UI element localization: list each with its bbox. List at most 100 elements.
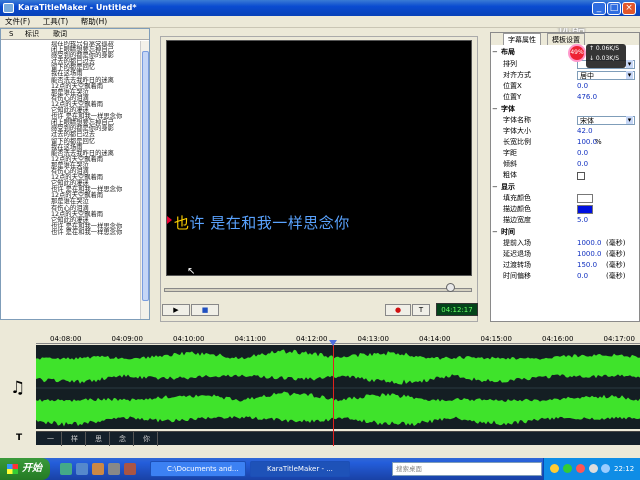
exit-late-value[interactable]: 1000.0 xyxy=(577,249,602,260)
list-header: S 标识 歌词 xyxy=(1,29,149,40)
timeline-tick-label: 04:12:00 xyxy=(296,335,327,343)
prop-row-pos-x: 位置X 0.0 xyxy=(491,81,639,92)
mouse-cursor-icon: ↖ xyxy=(187,266,195,277)
text-button[interactable]: T xyxy=(412,304,430,316)
network-speed-badge: 49% xyxy=(568,44,586,62)
music-note-icon: ♫ xyxy=(10,378,25,398)
char-cell[interactable]: 一 xyxy=(40,432,62,446)
section-font[interactable]: − 字体 xyxy=(491,104,639,115)
timeline-tick-label: 04:14:00 xyxy=(419,335,450,343)
spacing-value[interactable]: 0.0 xyxy=(577,148,588,159)
minimize-button[interactable]: _ xyxy=(592,2,606,15)
text-track-icon: T xyxy=(16,433,22,443)
menu-file[interactable]: 文件(F) xyxy=(0,16,35,28)
collapse-icon[interactable]: − xyxy=(492,104,498,115)
fill-color-swatch[interactable] xyxy=(577,194,593,203)
desktop-search-input[interactable]: 搜索桌面 xyxy=(392,462,542,476)
pos-x-value[interactable]: 0.0 xyxy=(577,81,588,92)
quicklaunch-icon[interactable] xyxy=(124,463,136,475)
col-status[interactable]: S xyxy=(9,29,13,40)
align-dropdown[interactable]: 居中 xyxy=(577,71,635,80)
tray-icon[interactable] xyxy=(550,464,559,473)
bold-checkbox[interactable] xyxy=(577,172,585,180)
char-cell[interactable]: 思 xyxy=(88,432,110,446)
prop-label: 过渡转场 xyxy=(503,260,531,271)
timeline-tick-label: 04:11:00 xyxy=(235,335,266,343)
task-karatitlemaker[interactable]: KaraTitleMaker - ... xyxy=(250,461,350,477)
timeline-scrollbar[interactable] xyxy=(36,446,640,454)
menu-tools[interactable]: 工具(T) xyxy=(38,16,73,28)
char-cell[interactable]: 念 xyxy=(112,432,134,446)
tilt-value[interactable]: 0.0 xyxy=(577,159,588,170)
timeline-tick-label: 04:13:00 xyxy=(358,335,389,343)
stop-button[interactable]: ■ xyxy=(191,304,219,316)
char-cell[interactable]: 你 xyxy=(136,432,158,446)
stroke-width-value[interactable]: 5.0 xyxy=(577,215,588,226)
close-button[interactable]: × xyxy=(622,2,636,15)
upload-speed: ↑ 0.06K/S xyxy=(589,44,626,54)
maximize-button[interactable]: □ xyxy=(607,2,621,15)
prop-row-enter-early: 提前入场 1000.0 (毫秒) xyxy=(491,238,639,249)
record-button[interactable]: ● xyxy=(385,304,411,316)
menu-bar: 文件(F) 工具(T) 帮助(H) xyxy=(0,16,640,28)
enter-early-value[interactable]: 1000.0 xyxy=(577,238,602,249)
quicklaunch-icon[interactable] xyxy=(108,463,120,475)
prop-row-stroke-width: 描边宽度 5.0 xyxy=(491,215,639,226)
collapse-icon[interactable]: − xyxy=(492,227,498,238)
prop-row-exit-late: 延迟退场 1000.0 (毫秒) xyxy=(491,249,639,260)
col-mark[interactable]: 标识 xyxy=(25,29,39,40)
lyric-highlighted: 也 xyxy=(174,214,190,232)
font-name-dropdown[interactable]: 宋体 xyxy=(577,116,635,125)
char-cell[interactable]: 样 xyxy=(64,432,86,446)
audio-waveform[interactable] xyxy=(36,345,640,429)
transition-value[interactable]: 150.0 xyxy=(577,260,597,271)
list-scroll-thumb[interactable] xyxy=(142,51,149,301)
playhead[interactable] xyxy=(333,340,334,447)
section-title: 时间 xyxy=(501,227,515,238)
col-lyrics[interactable]: 歌词 xyxy=(53,29,67,40)
section-time[interactable]: − 时间 xyxy=(491,227,639,238)
properties-panel: 字幕属性 模板设置 −布局排列对齐方式居中位置X0.0位置Y476.0−字体字体… xyxy=(490,32,640,322)
offset-value[interactable]: 0.0 xyxy=(577,271,588,282)
prop-row-tilt: 倾斜 0.0 xyxy=(491,159,639,170)
play-button[interactable]: ▶ xyxy=(162,304,190,316)
pos-y-value[interactable]: 476.0 xyxy=(577,92,597,103)
playhead-handle[interactable] xyxy=(329,340,337,346)
prop-unit: (毫秒) xyxy=(606,238,625,249)
tray-icon[interactable] xyxy=(563,464,572,473)
prop-label: 字体名称 xyxy=(503,115,531,126)
tab-subtitle-props[interactable]: 字幕属性 xyxy=(503,33,541,45)
menu-help[interactable]: 帮助(H) xyxy=(76,16,113,28)
tab-template[interactable]: 模板设置 xyxy=(547,33,585,45)
prop-label: 填充颜色 xyxy=(503,193,531,204)
lyric-list-item[interactable]: 也许 是在和我一样思念你 xyxy=(51,230,139,236)
list-scrollbar[interactable] xyxy=(140,41,149,319)
seek-bar[interactable] xyxy=(164,288,472,292)
network-icon[interactable] xyxy=(601,464,610,473)
start-label: 开始 xyxy=(22,463,42,474)
quicklaunch-icon[interactable] xyxy=(60,463,72,475)
quicklaunch-icon[interactable] xyxy=(76,463,88,475)
prop-label: 对齐方式 xyxy=(503,70,531,81)
task-explorer[interactable]: C:\Documents and... xyxy=(150,461,246,477)
timeline-ruler[interactable]: 04:08:00 04:09:00 04:10:00 04:11:00 04:12:00… xyxy=(36,328,640,344)
tray-icon[interactable] xyxy=(576,464,585,473)
font-size-value[interactable]: 42.0 xyxy=(577,126,593,137)
prop-row-transition: 过渡转场 150.0 (毫秒) xyxy=(491,260,639,271)
stroke-color-swatch[interactable] xyxy=(577,205,593,214)
collapse-icon[interactable]: − xyxy=(492,182,498,193)
character-track[interactable]: 一样思念你 xyxy=(36,431,640,445)
line-marker-icon xyxy=(167,216,172,224)
section-display[interactable]: − 显示 xyxy=(491,182,639,193)
prop-row-spacing: 字距 0.0 xyxy=(491,148,639,159)
prop-label: 延迟退场 xyxy=(503,249,531,260)
lyric-list[interactable]: 现在的我只有承受孤寂 闭上眼睛想要忘掉自己 感受到的都是你的身影 过去的都已过去 留下的… xyxy=(1,41,139,319)
section-title: 布局 xyxy=(501,47,515,58)
windows-logo-icon xyxy=(7,464,18,474)
prop-label: 粗体 xyxy=(503,170,517,181)
timeline-tick-label: 04:09:00 xyxy=(112,335,143,343)
collapse-icon[interactable]: − xyxy=(492,47,498,58)
prop-label: 长宽比例 xyxy=(503,137,531,148)
volume-icon[interactable] xyxy=(589,464,598,473)
quicklaunch-icon[interactable] xyxy=(92,463,104,475)
